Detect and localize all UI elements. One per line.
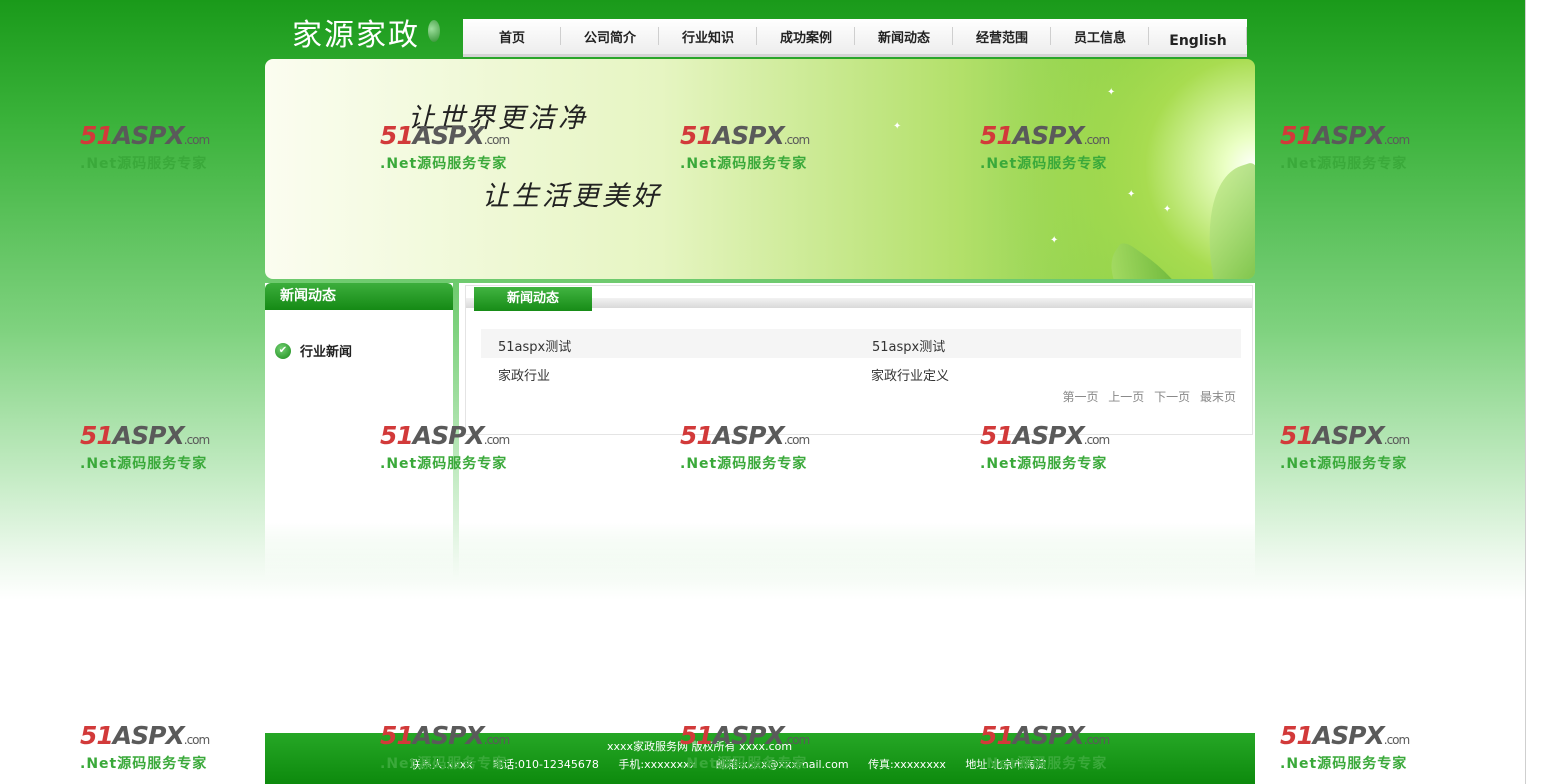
sidebar: 新闻动态 ✔ 行业新闻 [265, 283, 453, 583]
sparkle-icon: ✦ [893, 121, 902, 132]
footer-contact: 联系人:xxxx [410, 758, 473, 771]
check-circle-icon: ✔ [275, 342, 291, 359]
watermark-logo: 51ASPX.com .Net源码服务专家 [80, 422, 220, 478]
watermark-logo: 51ASPX.com .Net源码服务专家 [1280, 722, 1420, 778]
sidebar-item-industry-news[interactable]: ✔ 行业新闻 [275, 341, 352, 360]
sparkle-icon: ✦ [1050, 235, 1059, 246]
watermark-tagline: .Net源码服务专家 [1280, 756, 1408, 772]
watermark-brand: 51ASPX.com [1280, 421, 1410, 450]
watermark-logo: 51ASPX.com .Net源码服务专家 [80, 722, 220, 778]
watermark-brand: 51ASPX.com [1280, 121, 1410, 150]
watermark-tagline: .Net源码服务专家 [80, 156, 208, 172]
news-link[interactable]: 家政行业定义 [871, 365, 949, 384]
leaf-graphic [1180, 160, 1255, 279]
nav-home[interactable]: 首页 [463, 19, 561, 54]
footer-contact-line: 联系人:xxxx 电话:010-12345678 手机:xxxxxxxx 邮箱:… [410, 756, 1062, 772]
banner-slogan-1: 让世界更洁净 [408, 103, 588, 134]
leaf-graphic-small [1088, 240, 1222, 279]
footer: xxxx家政服务网 版权所有 xxxx.com 联系人:xxxx 电话:010-… [265, 733, 1255, 784]
news-link[interactable]: 家政行业 [498, 365, 550, 384]
footer-copyright: xxxx家政服务网 版权所有 xxxx.com [607, 740, 793, 753]
pagination: 第一页 上一页 下一页 最末页 [1056, 388, 1236, 405]
hero-banner: ✦ ✦ ✦ ✦ ✦ [265, 59, 1255, 279]
footer-phone: 电话:010-12345678 [492, 758, 599, 771]
nav-services[interactable]: 经营范围 [953, 19, 1051, 54]
tab-news[interactable]: 新闻动态 [474, 287, 592, 311]
news-panel: 新闻动态 51aspx测试 51aspx测试 家政行业 家政行业定义 第一页 上… [465, 285, 1253, 435]
pager-prev[interactable]: 上一页 [1108, 390, 1144, 404]
sparkle-icon: ✦ [1127, 189, 1136, 200]
nav-cases[interactable]: 成功案例 [757, 19, 855, 54]
pager-first[interactable]: 第一页 [1062, 390, 1098, 404]
footer-address: 地址:北京市海淀 [965, 758, 1047, 771]
watermark-tagline: .Net源码服务专家 [80, 456, 208, 472]
watermark-tagline: .Net源码服务专家 [1280, 156, 1408, 172]
footer-mobile: 手机:xxxxxxxx [618, 758, 697, 771]
watermark-logo: 51ASPX.com .Net源码服务专家 [1280, 122, 1420, 178]
sparkle-icon: ✦ [1107, 87, 1116, 98]
pager-next[interactable]: 下一页 [1154, 390, 1190, 404]
list-item: 51aspx测试 51aspx测试 [481, 329, 1241, 358]
pager-last[interactable]: 最末页 [1200, 390, 1236, 404]
banner-slogan-2: 让生活更美好 [482, 181, 662, 212]
sidebar-item-label: 行业新闻 [300, 345, 353, 360]
main-nav: 首页 公司简介 行业知识 成功案例 新闻动态 经营范围 员工信息 English [463, 19, 1247, 57]
watermark-tagline: .Net源码服务专家 [80, 756, 208, 772]
sparkle-icon: ✦ [1163, 204, 1172, 215]
watermark-tagline: .Net源码服务专家 [1280, 456, 1408, 472]
sidebar-title: 新闻动态 [265, 283, 453, 310]
watermark-brand: 51ASPX.com [80, 721, 210, 750]
list-item: 家政行业 家政行业定义 [481, 358, 1241, 387]
scrollbar-track[interactable] [1525, 0, 1545, 784]
site-logo[interactable]: 家源家政 [292, 10, 420, 54]
watermark-brand: 51ASPX.com [80, 421, 210, 450]
news-link[interactable]: 51aspx测试 [498, 336, 571, 355]
main-content: 新闻动态 51aspx测试 51aspx测试 家政行业 家政行业定义 第一页 上… [459, 283, 1255, 583]
news-link[interactable]: 51aspx测试 [872, 336, 945, 355]
footer-email: 邮箱:xxxx@xxxmail.com [715, 758, 849, 771]
watermark-brand: 51ASPX.com [1280, 721, 1410, 750]
logo-ornament-icon [428, 20, 440, 42]
nav-news[interactable]: 新闻动态 [855, 19, 953, 54]
watermark-logo: 51ASPX.com .Net源码服务专家 [80, 122, 220, 178]
footer-fax: 传真:xxxxxxxx [868, 758, 946, 771]
nav-about[interactable]: 公司简介 [561, 19, 659, 54]
watermark-logo: 51ASPX.com .Net源码服务专家 [1280, 422, 1420, 478]
nav-english[interactable]: English [1149, 19, 1247, 58]
nav-staff[interactable]: 员工信息 [1051, 19, 1149, 54]
watermark-brand: 51ASPX.com [80, 121, 210, 150]
nav-knowledge[interactable]: 行业知识 [659, 19, 757, 54]
